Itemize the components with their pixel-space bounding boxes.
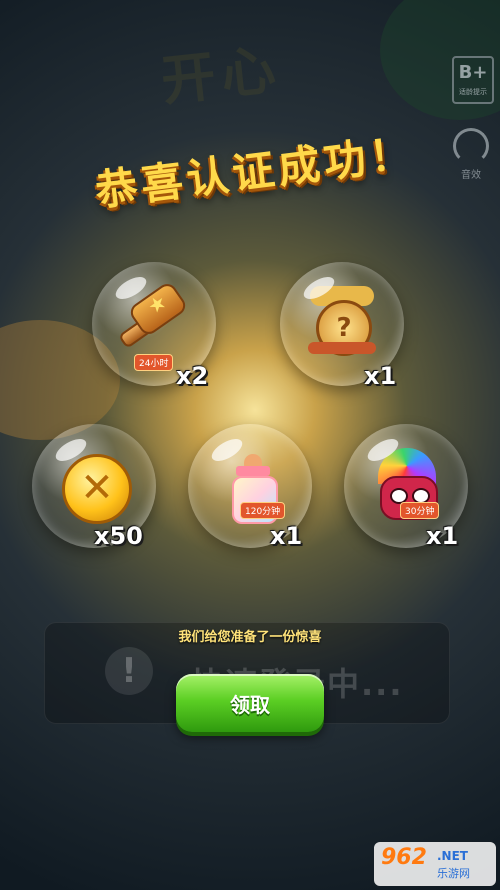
site-logo: 962 .NET 乐游网 bbox=[374, 842, 496, 886]
gift-subtitle: 我们给您准备了一份惊喜 bbox=[178, 630, 322, 645]
sound-label: 音效 bbox=[461, 170, 481, 181]
reward-count: x1 bbox=[426, 522, 459, 550]
reward-count: x2 bbox=[176, 362, 209, 390]
coin-icon: ✕ bbox=[62, 454, 132, 524]
duration-tag: 24小时 bbox=[134, 354, 174, 371]
reward-count: x50 bbox=[94, 522, 143, 550]
duration-tag: 30分钟 bbox=[400, 502, 440, 519]
exclamation-icon: ! bbox=[105, 647, 153, 695]
age-rating-badge: B+ 适龄提示 bbox=[452, 56, 494, 104]
duration-tag: 120分钟 bbox=[240, 502, 286, 519]
background-banner: 开心 bbox=[158, 37, 285, 113]
page-title: 恭喜认证成功！ bbox=[92, 127, 419, 216]
reward-count: x1 bbox=[270, 522, 303, 550]
sound-toggle-button[interactable]: 音效 bbox=[452, 128, 490, 181]
reward-count: x1 bbox=[364, 362, 397, 390]
headphones-icon bbox=[453, 128, 489, 164]
claim-button[interactable]: 领取 bbox=[176, 674, 324, 732]
